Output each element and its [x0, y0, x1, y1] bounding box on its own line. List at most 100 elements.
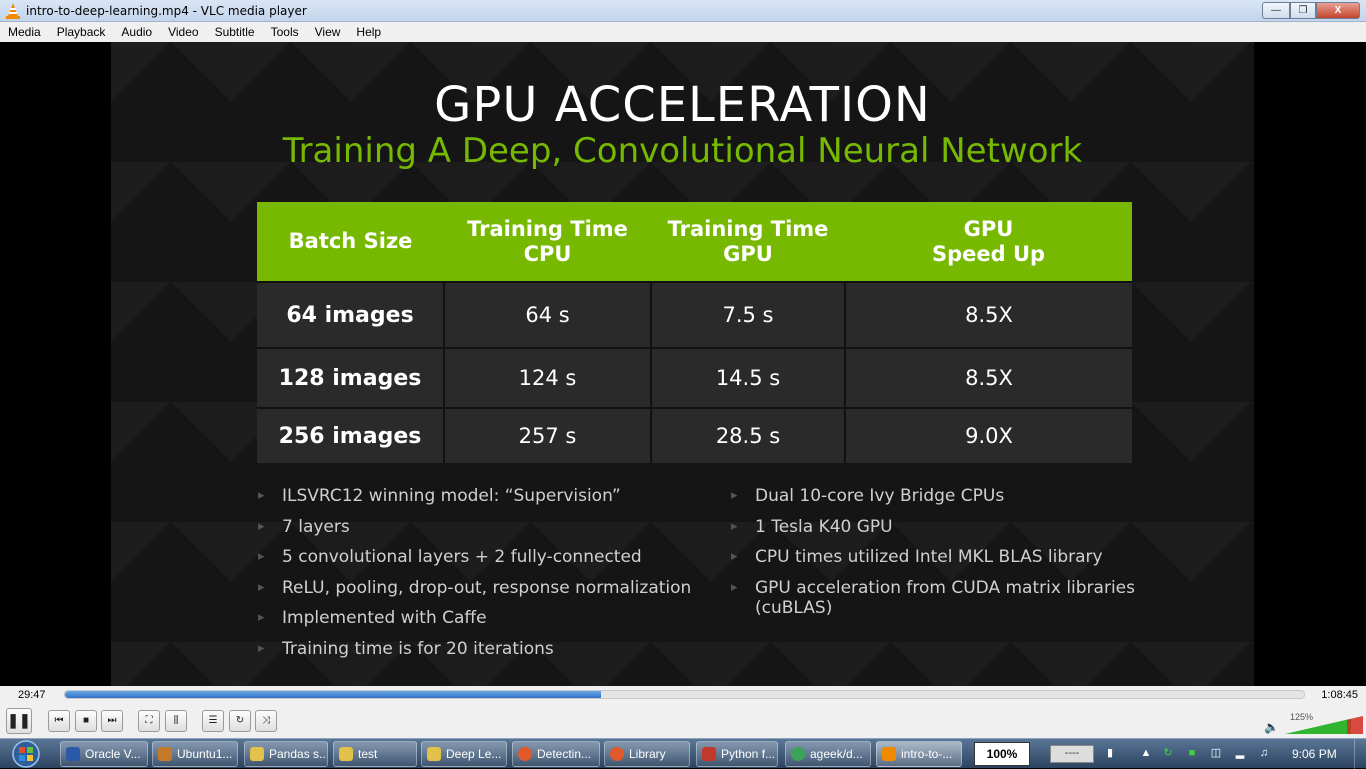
app-icon [158, 747, 172, 761]
firefox-icon [610, 747, 624, 761]
bullet-item: GPU acceleration from CUDA matrix librar… [731, 578, 1151, 618]
bullet-item: ILSVRC12 winning model: “Supervision” [258, 486, 708, 517]
menu-video[interactable]: Video [160, 22, 206, 42]
bullet-item: ReLU, pooling, drop-out, response normal… [258, 578, 708, 609]
folder-icon [427, 747, 441, 761]
seek-row: 29:47 1:08:45 [0, 686, 1366, 706]
bullet-item: 7 layers [258, 517, 708, 548]
total-time[interactable]: 1:08:45 [1321, 689, 1358, 701]
video-area[interactable]: GPU ACCELERATION Training A Deep, Convol… [0, 42, 1366, 686]
vlc-cone-icon [882, 747, 896, 761]
device-icon[interactable]: ◫ [1210, 747, 1222, 759]
table-row: 64 images 64 s 7.5 s 8.5X [257, 281, 1132, 348]
header-batch-size: Batch Size [257, 202, 444, 282]
cell-speed-up: 8.5X [844, 347, 1132, 408]
menu-playback[interactable]: Playback [49, 22, 114, 42]
start-button[interactable] [6, 739, 46, 769]
taskbar-item[interactable]: Deep Le... [421, 741, 507, 767]
volume-tray-icon[interactable]: ♫ [1258, 747, 1270, 759]
cell-gpu-time: 28.5 s [650, 407, 845, 463]
slide-title: GPU ACCELERATION [434, 77, 931, 133]
chrome-icon [791, 747, 805, 761]
speaker-icon[interactable]: 🔈 [1264, 720, 1279, 734]
cell-speed-up: 9.0X [844, 407, 1132, 463]
menu-subtitle[interactable]: Subtitle [207, 22, 263, 42]
taskbar-item[interactable]: Library [604, 741, 690, 767]
menu-tools[interactable]: Tools [263, 22, 307, 42]
maximize-button[interactable]: ❐ [1290, 2, 1316, 19]
bullet-item: Implemented with Caffe [258, 608, 708, 639]
header-cpu-time: Training Time CPU [444, 202, 651, 282]
zoom-indicator[interactable]: 100% [974, 742, 1030, 766]
bullet-item: CPU times utilized Intel MKL BLAS librar… [731, 547, 1151, 578]
pdf-icon [702, 747, 716, 761]
taskbar-item[interactable]: test [333, 741, 417, 767]
fullscreen-button[interactable]: ⛶ [138, 710, 160, 732]
next-button[interactable]: ⏭ [101, 710, 123, 732]
elapsed-time[interactable]: 29:47 [18, 689, 46, 701]
extended-settings-button[interactable]: ⫼ [165, 710, 187, 732]
bullet-list-model: ILSVRC12 winning model: “Supervision” 7 … [258, 486, 708, 669]
previous-button[interactable]: ⏮ [48, 710, 70, 732]
minimize-button[interactable]: — [1262, 2, 1290, 19]
menu-help[interactable]: Help [348, 22, 389, 42]
taskbar-item[interactable]: Ubuntu1... [152, 741, 238, 767]
seek-progress-fill [65, 691, 602, 698]
system-clock[interactable]: 9:06 PM [1292, 747, 1337, 761]
table-row: 256 images 257 s 28.5 s 9.0X [257, 407, 1132, 463]
folder-icon [339, 747, 353, 761]
bullet-item: Training time is for 20 iterations [258, 639, 708, 670]
cell-speed-up: 8.5X [844, 281, 1132, 348]
pause-button[interactable]: ❚❚ [6, 708, 32, 734]
taskbar-item[interactable]: Python f... [696, 741, 778, 767]
shuffle-button[interactable]: ⤨ [255, 710, 277, 732]
table-row: 128 images 124 s 14.5 s 8.5X [257, 347, 1132, 408]
network-signal-icon[interactable]: ▂ [1234, 747, 1246, 759]
loop-button[interactable]: ↻ [229, 710, 251, 732]
show-hidden-icons-icon[interactable]: ▲ [1140, 747, 1152, 759]
menu-view[interactable]: View [307, 22, 349, 42]
title-bar: intro-to-deep-learning.mp4 - VLC media p… [0, 0, 1366, 22]
menu-media[interactable]: Media [0, 22, 49, 42]
volume-slider[interactable] [1285, 716, 1363, 734]
taskbar-item[interactable]: ageek/d... [785, 741, 871, 767]
bullet-item: Dual 10-core Ivy Bridge CPUs [731, 486, 1151, 517]
windows-taskbar: Oracle V... Ubuntu1... Pandas s... test … [0, 738, 1366, 769]
sync-icon[interactable]: ↻ [1162, 747, 1174, 759]
window-controls: — ❐ X [1262, 2, 1360, 19]
vlc-cone-icon [6, 3, 20, 19]
playlist-button[interactable]: ☰ [202, 710, 224, 732]
tray-input-box[interactable]: ---- [1050, 745, 1094, 763]
battery-icon[interactable]: ▮ [1104, 747, 1116, 759]
cell-gpu-time: 14.5 s [650, 347, 845, 408]
taskbar-item[interactable]: Pandas s... [244, 741, 328, 767]
folder-icon [250, 747, 264, 761]
cell-cpu-time: 124 s [443, 347, 651, 408]
menu-bar: Media Playback Audio Video Subtitle Tool… [0, 22, 1366, 42]
firefox-icon [518, 747, 532, 761]
show-desktop-button[interactable] [1354, 739, 1366, 769]
header-speed-up: GPU Speed Up [845, 202, 1132, 282]
cell-batch-size: 256 images [257, 407, 444, 463]
benchmark-table: Batch Size Training Time CPU Training Ti… [257, 202, 1132, 463]
seek-slider[interactable] [64, 690, 1305, 699]
stop-button[interactable]: ■ [75, 710, 97, 732]
app-tray-icon[interactable]: ■ [1186, 747, 1198, 759]
bullet-list-hardware: Dual 10-core Ivy Bridge CPUs 1 Tesla K40… [731, 486, 1151, 618]
app-icon [66, 747, 80, 761]
close-button[interactable]: X [1316, 2, 1360, 19]
bullet-item: 1 Tesla K40 GPU [731, 517, 1151, 548]
taskbar-item[interactable]: Detectin... [512, 741, 600, 767]
taskbar-item[interactable]: Oracle V... [60, 741, 148, 767]
control-bar: ❚❚ ⏮ ■ ⏭ ⛶ ⫼ ☰ ↻ ⤨ 🔈 125% [0, 706, 1366, 738]
window-title: intro-to-deep-learning.mp4 - VLC media p… [26, 4, 307, 18]
menu-audio[interactable]: Audio [113, 22, 160, 42]
cell-gpu-time: 7.5 s [650, 281, 845, 348]
cell-cpu-time: 257 s [443, 407, 651, 463]
presentation-slide: GPU ACCELERATION Training A Deep, Convol… [111, 42, 1254, 686]
bullet-item: 5 convolutional layers + 2 fully-connect… [258, 547, 708, 578]
taskbar-item-active[interactable]: intro-to-... [876, 741, 962, 767]
cell-batch-size: 64 images [257, 281, 444, 348]
cell-cpu-time: 64 s [443, 281, 651, 348]
slide-subtitle: Training A Deep, Convolutional Neural Ne… [282, 131, 1083, 171]
